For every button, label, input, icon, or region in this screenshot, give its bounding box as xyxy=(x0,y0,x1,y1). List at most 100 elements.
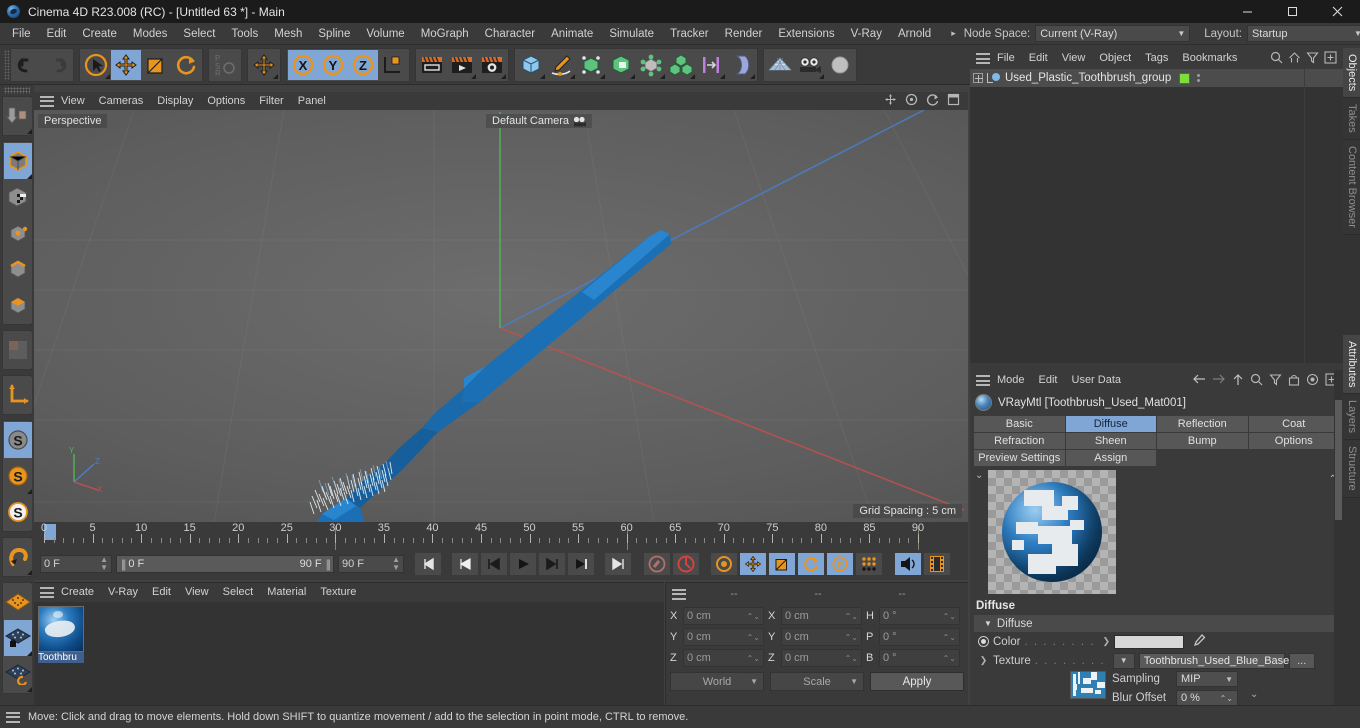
menu-render[interactable]: Render xyxy=(717,23,771,45)
enable-axis-icon[interactable]: S xyxy=(4,422,32,458)
attributes-menu-mode[interactable]: Mode xyxy=(990,370,1032,391)
menu-tracker[interactable]: Tracker xyxy=(662,23,717,45)
object-menu-file[interactable]: File xyxy=(990,48,1022,69)
world-move-button[interactable] xyxy=(249,49,279,80)
motext-button[interactable] xyxy=(696,49,726,80)
attributes-menu-user-data[interactable]: User Data xyxy=(1065,370,1129,391)
tab-attributes[interactable]: Attributes xyxy=(1343,334,1360,395)
object-menu-tags[interactable]: Tags xyxy=(1138,48,1175,69)
edge-mode-icon[interactable] xyxy=(4,251,32,287)
tab-content-browser[interactable]: Content Browser xyxy=(1343,140,1360,235)
viewport-menu-display[interactable]: Display xyxy=(150,92,200,110)
tab-basic[interactable]: Basic xyxy=(974,416,1065,432)
deformer-button[interactable] xyxy=(636,49,666,80)
stepper-icon[interactable]: ⌃⌄ xyxy=(747,654,760,663)
render-settings-button[interactable] xyxy=(477,49,507,80)
mograph-cloner-button[interactable] xyxy=(666,49,696,80)
render-queue-button[interactable] xyxy=(447,49,477,80)
frame-range-bar[interactable]: ||| 0 F 90 F ||| xyxy=(116,555,334,573)
coord-input-rot-p[interactable]: 0 ° ⌃⌄ xyxy=(879,628,960,646)
tab-bump[interactable]: Bump xyxy=(1157,433,1248,449)
collapse-preview-icon[interactable]: ⌄ xyxy=(975,470,983,481)
menu-vray[interactable]: V-Ray xyxy=(843,23,890,45)
tab-layers[interactable]: Layers xyxy=(1343,394,1360,441)
material-menu-edit[interactable]: Edit xyxy=(145,583,178,602)
more-options-chevron-icon[interactable]: ⌄ xyxy=(1250,689,1258,700)
color-mode-radio[interactable] xyxy=(978,636,989,647)
coordinates-hamburger-icon[interactable] xyxy=(672,588,686,600)
range-left-handle[interactable]: ||| xyxy=(121,557,127,571)
stepper-icon[interactable]: ⌃⌄ xyxy=(747,633,760,642)
material-list[interactable]: Toothbru xyxy=(34,602,664,705)
menu-tools[interactable]: Tools xyxy=(223,23,266,45)
tab-coat[interactable]: Coat xyxy=(1248,416,1339,432)
point-mode-icon[interactable] xyxy=(4,215,32,251)
render-view-button[interactable] xyxy=(417,49,447,80)
viewport-menu-cameras[interactable]: Cameras xyxy=(92,92,151,110)
menu-window[interactable]: Wind xyxy=(939,23,947,45)
stepper-icon[interactable]: ⌃⌄ xyxy=(943,633,956,642)
scale-tool-button[interactable] xyxy=(141,49,171,80)
cube-primitive-button[interactable] xyxy=(516,49,546,80)
material-menu-texture[interactable]: Texture xyxy=(313,583,363,602)
bend-deformer-button[interactable] xyxy=(726,49,756,80)
object-menu-object[interactable]: Object xyxy=(1092,48,1138,69)
viewport-menu-hamburger-icon[interactable] xyxy=(40,95,54,107)
psr-button[interactable]: PSR xyxy=(210,49,240,80)
viewport-menu-view[interactable]: View xyxy=(54,92,92,110)
status-hamburger-icon[interactable] xyxy=(6,711,20,723)
maximize-viewport-icon[interactable] xyxy=(947,93,960,109)
menu-modes[interactable]: Modes xyxy=(125,23,176,45)
layout-select[interactable]: Startup ▼ xyxy=(1246,25,1360,42)
menu-spline[interactable]: Spline xyxy=(310,23,358,45)
tab-sheen[interactable]: Sheen xyxy=(1065,433,1156,449)
visibility-dots-icon[interactable] xyxy=(1197,74,1201,82)
coord-input-size-x[interactable]: 0 cm ⌃⌄ xyxy=(781,607,862,625)
planar-workplane-icon[interactable] xyxy=(4,656,32,692)
coord-input-rot-b[interactable]: 0 ° ⌃⌄ xyxy=(879,649,960,667)
viewport-camera-label[interactable]: Default Camera xyxy=(486,114,593,128)
tab-structure[interactable]: Structure xyxy=(1343,440,1360,499)
close-button[interactable] xyxy=(1315,0,1360,23)
attributes-menu-edit[interactable]: Edit xyxy=(1032,370,1065,391)
eyedropper-icon[interactable] xyxy=(1192,633,1206,650)
menu-simulate[interactable]: Simulate xyxy=(601,23,662,45)
stepper-icon[interactable]: ▲ ▼ xyxy=(100,556,108,572)
stepper-icon[interactable]: ▲ ▼ xyxy=(392,556,400,572)
stepper-icon[interactable]: ⌃⌄ xyxy=(943,612,956,621)
object-tree-row[interactable]: Used_Plastic_Toothbrush_group xyxy=(970,69,1343,87)
go-to-start-button[interactable] xyxy=(414,552,442,576)
menu-select[interactable]: Select xyxy=(175,23,223,45)
menu-create[interactable]: Create xyxy=(74,23,125,45)
texture-thumbnail[interactable] xyxy=(1070,671,1106,699)
menu-edit[interactable]: Edit xyxy=(39,23,75,45)
make-editable-icon[interactable] xyxy=(4,98,32,134)
coordinate-system-button[interactable] xyxy=(378,49,408,80)
viewport-menu-panel[interactable]: Panel xyxy=(291,92,333,110)
back-arrow-icon[interactable] xyxy=(1192,373,1206,388)
maximize-button[interactable] xyxy=(1270,0,1315,23)
workplane-icon[interactable] xyxy=(4,584,32,620)
search-icon[interactable] xyxy=(1250,373,1263,389)
polygon-mode-icon[interactable] xyxy=(4,287,32,323)
attributes-scrollbar[interactable] xyxy=(1334,370,1343,728)
object-tree[interactable]: Used_Plastic_Toothbrush_group xyxy=(970,69,1343,363)
color-expand-icon[interactable]: ❯ xyxy=(1102,636,1110,647)
material-menu-vray[interactable]: V-Ray xyxy=(101,583,145,602)
texture-type-select[interactable]: ▼ xyxy=(1112,652,1135,669)
attributes-hamburger-icon[interactable] xyxy=(976,375,990,386)
tab-preview-settings[interactable]: Preview Settings xyxy=(974,450,1065,466)
stepper-icon[interactable]: ⌃⌄ xyxy=(845,633,858,642)
search-icon[interactable] xyxy=(1270,51,1283,67)
coord-space-select[interactable]: World ▼ xyxy=(670,672,764,691)
sound-button[interactable] xyxy=(894,552,922,576)
stepper-icon[interactable]: ⌃⌄ xyxy=(845,654,858,663)
selection-tool-button[interactable] xyxy=(81,49,111,80)
autokey-button[interactable] xyxy=(672,552,700,576)
object-menu-view[interactable]: View xyxy=(1055,48,1093,69)
lock-workplane-icon[interactable] xyxy=(4,620,32,656)
menu-mesh[interactable]: Mesh xyxy=(266,23,310,45)
left-toolbar-gripper[interactable] xyxy=(4,87,30,94)
world-axis-icon[interactable]: S xyxy=(4,494,32,530)
light-button[interactable] xyxy=(825,49,855,80)
